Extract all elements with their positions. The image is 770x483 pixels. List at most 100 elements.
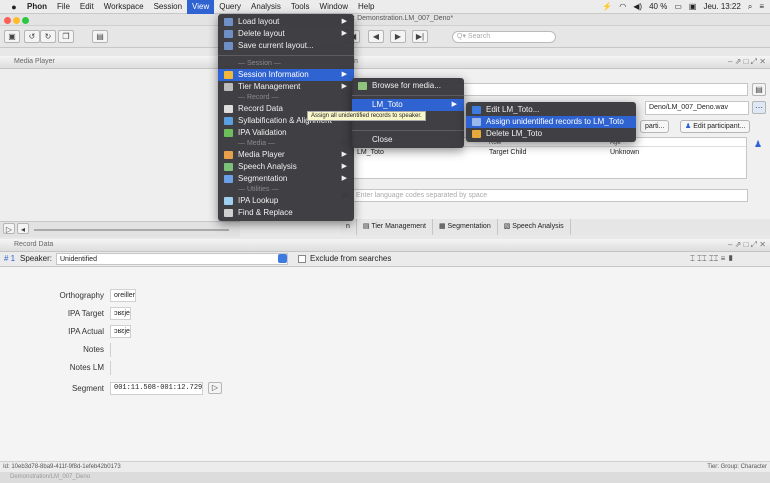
speech-analysis-icon [224, 163, 233, 171]
menu-file[interactable]: File [52, 0, 75, 14]
display-icon[interactable]: ▣ [689, 2, 697, 11]
segment-field[interactable]: 001:11.508-001:12.729 [110, 382, 204, 395]
record-icon [224, 105, 233, 113]
menu-help[interactable]: Help [353, 0, 379, 14]
tab-segmentation[interactable]: ▦ Segmentation [433, 219, 498, 235]
menu-item-browse-media[interactable]: Browse for media... [352, 80, 464, 92]
info-icon [224, 71, 233, 79]
menu-tools[interactable]: Tools [286, 0, 315, 14]
menu-item-segmentation[interactable]: Segmentation ▶ [218, 173, 354, 185]
zoom-window-icon[interactable] [22, 17, 29, 24]
menu-item-assign-unidentified[interactable]: Assign unidentified records to LM_Toto [466, 116, 636, 128]
search-input[interactable]: Q▾ Search [452, 31, 556, 43]
media-controls: ▷ ◂ [0, 221, 240, 237]
media-panel-header: Media Player [0, 56, 240, 69]
notes-lm-field[interactable] [110, 361, 768, 375]
play-button[interactable]: ▷ [3, 223, 15, 234]
add-participant-button[interactable]: parti... [640, 120, 670, 133]
play-segment-button[interactable]: ▷ [208, 382, 222, 394]
menu-item-lm-toto[interactable]: LM_Toto ▶ [352, 99, 464, 111]
menu-item-delete-lm-toto[interactable]: Delete LM_Toto [466, 128, 636, 140]
menu-item-speech-analysis[interactable]: Speech Analysis ▶ [218, 161, 354, 173]
tier-icon [224, 83, 233, 91]
record-view-icons[interactable]: ⌶ ⌶⌶ ⌶⌶ ≡ ▮ [690, 254, 734, 264]
segmentation-icon [224, 175, 233, 183]
menu-session[interactable]: Session [149, 0, 187, 14]
record-panel-header: Record Data – ⇗ □ ⤢ ✕ [0, 239, 770, 252]
minimize-window-icon[interactable] [13, 17, 20, 24]
bluetooth-icon[interactable]: ⚡ [602, 2, 612, 11]
find-replace-icon [224, 209, 233, 217]
menu-item-load-layout[interactable]: Load layout ▶ [218, 16, 354, 28]
table-row[interactable]: LM_Toto Target Child Unknown [353, 147, 746, 157]
apple-icon[interactable]: ● [6, 2, 22, 12]
orthography-field[interactable]: oreiller [110, 289, 137, 302]
exclude-checkbox[interactable] [298, 255, 306, 263]
layout-icon [224, 18, 233, 26]
tier-label-ipa-target: IPA Target [67, 309, 104, 318]
assign-person-icon [472, 118, 481, 126]
undo-icon[interactable]: ↺ [24, 30, 40, 43]
menu-window[interactable]: Window [315, 0, 353, 14]
menu-item-ipa-validation[interactable]: IPA Validation [218, 127, 354, 139]
duplicate-icon[interactable]: ❐ [58, 30, 74, 43]
speaker-select[interactable]: Unidentified [56, 253, 288, 265]
language-input[interactable]: Enter language codes separated by space [352, 189, 748, 202]
menu-workspace[interactable]: Workspace [99, 0, 149, 14]
menu-view[interactable]: View [187, 0, 215, 14]
edit-participant-button[interactable]: ♟ Edit participant... [680, 120, 751, 133]
previous-record-icon[interactable]: ◀ [368, 30, 384, 43]
volume-icon[interactable]: ◀) [633, 2, 642, 11]
browse-media-icon[interactable]: ⋯ [752, 101, 766, 114]
tier-label-ipa-actual: IPA Actual [68, 327, 104, 336]
record-panel-controls-icon[interactable]: – ⇗ □ ⤢ ✕ [728, 239, 766, 251]
notes-field[interactable] [110, 343, 768, 357]
record-uuid: Id: 10eb3d78-8ba9-411f-9f8d-1efeb42b0173 [3, 464, 121, 470]
ipa-target-field[interactable]: ɔʁɛje [110, 307, 131, 320]
person-icon: ♟ [685, 123, 692, 130]
panel-window-controls-icon[interactable]: – ⇗ □ ⤢ ✕ [728, 56, 766, 68]
save-icon[interactable]: ▣ [4, 30, 20, 43]
tab-tier-management[interactable]: ▤ Tier Management [357, 219, 433, 235]
record-toolbar: # 1 Speaker: Unidentified Exclude from s… [0, 252, 770, 267]
session-info-button[interactable]: ▤ [752, 83, 766, 96]
menu-item-ipa-lookup[interactable]: IPA Lookup [218, 195, 354, 207]
redo-icon[interactable]: ↻ [40, 30, 56, 43]
menu-query[interactable]: Query [214, 0, 246, 14]
media-player-icon [224, 151, 233, 159]
menu-item-save-layout[interactable]: Save current layout... [218, 40, 354, 52]
menu-app[interactable]: Phon [22, 0, 52, 14]
spotlight-icon[interactable]: ⌕ [748, 2, 752, 12]
menu-item-tier-management[interactable]: Tier Management ▶ [218, 81, 354, 93]
battery-percent[interactable]: 40 % [649, 2, 667, 11]
menu-item-media-player[interactable]: Media Player ▶ [218, 149, 354, 161]
ipa-actual-field[interactable]: ɔʁɛje [110, 325, 131, 338]
layout-icon [224, 42, 233, 50]
menu-item-session-information[interactable]: Session Information ▶ [218, 69, 354, 81]
menu-edit[interactable]: Edit [75, 0, 99, 14]
status-bar: Id: 10eb3d78-8ba9-411f-9f8d-1efeb42b0173… [0, 461, 770, 472]
media-path-field[interactable]: Deno/LM_007_Deno.wav [645, 101, 749, 115]
delete-record-icon[interactable]: ▤ [92, 30, 108, 43]
menu-item-close[interactable]: Close [352, 134, 464, 146]
menu-item-edit-lm-toto[interactable]: Edit LM_Toto... [466, 104, 636, 116]
menu-item-find-replace[interactable]: Find & Replace [218, 207, 354, 219]
media-position-slider[interactable] [34, 229, 229, 231]
next-record-icon[interactable]: ▶ [390, 30, 406, 43]
tab-speech-analysis[interactable]: ▧ Speech Analysis [498, 219, 571, 235]
participant-icon[interactable]: ♟ [754, 139, 762, 150]
menu-divider [218, 55, 354, 56]
chevron-down-icon[interactable] [278, 254, 287, 263]
browse-icon [358, 82, 367, 90]
clock[interactable]: Jeu. 13:22 [703, 2, 740, 11]
notification-center-icon[interactable]: ≡ [759, 2, 764, 11]
tier-label-notes-lm: Notes LM [69, 363, 104, 372]
wifi-icon[interactable]: ◠ [619, 2, 626, 11]
volume-button[interactable]: ◂ [17, 223, 29, 234]
window-titlebar: or : Demonstration.LM_007_Deno* [0, 14, 770, 26]
menu-analysis[interactable]: Analysis [246, 0, 286, 14]
last-record-icon[interactable]: ▶| [412, 30, 428, 43]
close-window-icon[interactable] [4, 17, 11, 24]
menu-item-delete-layout[interactable]: Delete layout ▶ [218, 28, 354, 40]
record-data-panel: Record Data – ⇗ □ ⤢ ✕ # 1 Speaker: Unide… [0, 239, 770, 471]
